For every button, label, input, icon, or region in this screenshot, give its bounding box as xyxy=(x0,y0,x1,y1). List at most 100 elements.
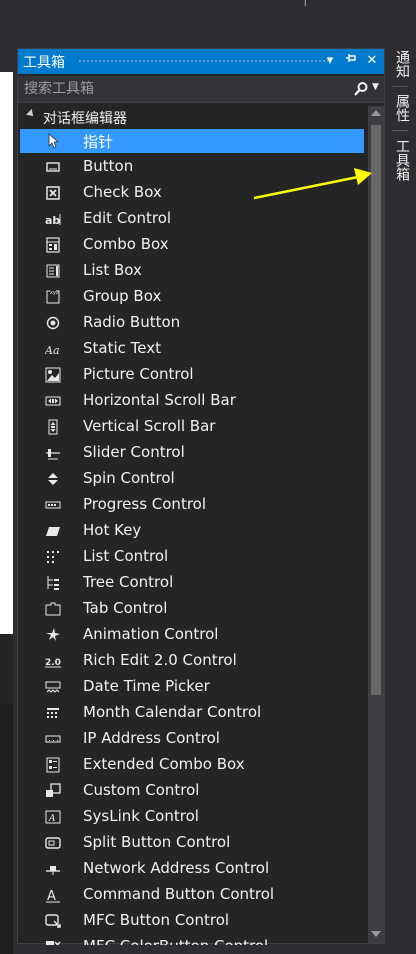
toolbox-item[interactable]: Tree Control xyxy=(20,571,364,595)
search-input[interactable] xyxy=(24,79,334,99)
titlebar-grip xyxy=(78,59,328,64)
toolbox-item[interactable]: List Control xyxy=(20,545,364,569)
hot-key-icon xyxy=(45,523,61,539)
toolbox-item-label: Date Time Picker xyxy=(83,677,210,695)
hscroll-icon xyxy=(45,393,61,409)
svg-text:xyz: xyz xyxy=(50,290,59,296)
group-header-dialog-editor[interactable]: 对话框编辑器 xyxy=(18,106,368,128)
group-label: 对话框编辑器 xyxy=(43,111,127,127)
custom-control-icon xyxy=(45,783,61,799)
search-icon[interactable] xyxy=(353,81,369,97)
toolbox-item[interactable]: MFC ColorButton Control xyxy=(20,935,364,945)
toolbox-item[interactable]: Combo Box xyxy=(20,233,364,257)
tab-control-icon xyxy=(45,601,61,617)
toolbox-item-label: Edit Control xyxy=(83,209,172,227)
network-address-icon xyxy=(45,861,61,877)
pointer-icon xyxy=(45,133,61,149)
mfc-color-button-icon xyxy=(45,939,61,945)
scroll-down-arrow-icon[interactable] xyxy=(371,931,381,937)
ip-address-icon xyxy=(45,731,61,747)
toolbox-item[interactable]: 2.0 Rich Edit 2.0 Control xyxy=(20,649,364,673)
toolbox-item[interactable]: Date Time Picker xyxy=(20,675,364,699)
toolbox-item[interactable]: Extended Combo Box xyxy=(20,753,364,777)
toolbox-item-list: 指针 Button Check Box ab Edit Control Combo Box… xyxy=(18,129,368,945)
spin-icon xyxy=(45,471,61,487)
scrollbar-thumb[interactable] xyxy=(371,125,381,695)
editor-canvas xyxy=(0,72,13,634)
pin-icon[interactable] xyxy=(342,52,360,70)
list-box-icon xyxy=(45,263,61,279)
syslink-icon: A xyxy=(45,809,61,825)
toolbox-item[interactable]: Vertical Scroll Bar xyxy=(20,415,364,439)
toolbox-item[interactable]: Spin Control xyxy=(20,467,364,491)
toolbox-item[interactable]: Aa Static Text xyxy=(20,337,364,361)
close-icon[interactable]: ✕ xyxy=(363,52,381,70)
toolbox-item[interactable]: 指针 xyxy=(20,129,364,153)
vscroll-icon xyxy=(45,419,61,435)
output-pane xyxy=(0,704,13,954)
button-icon xyxy=(45,159,61,175)
toolbox-item[interactable]: IP Address Control xyxy=(20,727,364,751)
toolbox-item[interactable]: Slider Control xyxy=(20,441,364,465)
toolbox-item[interactable]: ab Edit Control xyxy=(20,207,364,231)
top-overflow-glyph: ⊥ xyxy=(300,0,324,6)
toolbox-item[interactable]: List Box xyxy=(20,259,364,283)
toolbox-item[interactable]: Custom Control xyxy=(20,779,364,803)
ext-combo-icon xyxy=(45,757,61,773)
toolbox-item-label: MFC Button Control xyxy=(83,911,230,929)
side-tab-properties[interactable]: 属性 xyxy=(388,90,412,126)
toolbox-item-label: Picture Control xyxy=(83,365,194,383)
window-position-dropdown-icon[interactable]: ▾ xyxy=(321,52,339,70)
toolbox-item[interactable]: Network Address Control xyxy=(20,857,364,881)
toolbox-item-label: MFC ColorButton Control xyxy=(83,937,268,945)
toolbox-item-label: Tab Control xyxy=(83,599,168,617)
calendar-icon xyxy=(45,705,61,721)
radio-button-icon xyxy=(45,315,61,331)
toolbox-item-label: Command Button Control xyxy=(83,885,275,903)
toolbox-item-label: Network Address Control xyxy=(83,859,270,877)
combo-box-icon xyxy=(45,237,61,253)
toolbox-item[interactable]: Horizontal Scroll Bar xyxy=(20,389,364,413)
toolbox-item-label: Custom Control xyxy=(83,781,200,799)
toolbox-item-label: List Control xyxy=(83,547,169,565)
editor-lower-pane xyxy=(0,634,13,704)
edit-control-icon: ab xyxy=(45,211,61,227)
search-options-dropdown-icon[interactable]: ▼ xyxy=(372,82,379,92)
rich-edit-icon: 2.0 xyxy=(45,653,61,669)
toolbox-item-label: Radio Button xyxy=(83,313,181,331)
toolbox-item-label: Check Box xyxy=(83,183,162,201)
static-text-icon: Aa xyxy=(45,341,61,357)
toolbox-item[interactable]: Progress Control xyxy=(20,493,364,517)
tree-control-icon xyxy=(45,575,61,591)
toolbox-item[interactable]: A Command Button Control xyxy=(20,883,364,907)
svg-text:Aa: Aa xyxy=(45,344,60,357)
toolbox-item[interactable]: Radio Button xyxy=(20,311,364,335)
toolbox-item[interactable]: Tab Control xyxy=(20,597,364,621)
side-tab-separator xyxy=(392,86,408,87)
search-bar: ▼ xyxy=(18,76,384,103)
side-tab-toolbox[interactable]: 工具箱 xyxy=(388,134,412,186)
checkbox-icon xyxy=(45,185,61,201)
toolbox-item[interactable]: xyz Group Box xyxy=(20,285,364,309)
toolbox-item[interactable]: MFC Button Control xyxy=(20,909,364,933)
toolbox-title: 工具箱 xyxy=(23,55,65,71)
toolbox-item-label: Button xyxy=(83,157,134,175)
vertical-scrollbar[interactable] xyxy=(368,106,384,943)
toolbox-titlebar[interactable]: 工具箱 ▾ ✕ xyxy=(18,49,384,74)
toolbox-item[interactable]: Hot Key xyxy=(20,519,364,543)
mfc-button-icon xyxy=(45,913,61,929)
toolbox-item[interactable]: Animation Control xyxy=(20,623,364,647)
toolbox-item[interactable]: Picture Control xyxy=(20,363,364,387)
side-tab-notifications[interactable]: 通知 xyxy=(388,46,412,82)
toolbox-item-label: Static Text xyxy=(83,339,161,357)
svg-text:A: A xyxy=(48,814,56,824)
collapse-arrow-icon[interactable] xyxy=(26,109,36,119)
toolbox-item-label: Animation Control xyxy=(83,625,219,643)
toolbox-item-label: IP Address Control xyxy=(83,729,220,747)
toolbox-item-label: Spin Control xyxy=(83,469,175,487)
toolbox-item-label: SysLink Control xyxy=(83,807,199,825)
scroll-up-arrow-icon[interactable] xyxy=(371,110,381,116)
toolbox-item[interactable]: A SysLink Control xyxy=(20,805,364,829)
toolbox-item[interactable]: Split Button Control xyxy=(20,831,364,855)
toolbox-item[interactable]: Month Calendar Control xyxy=(20,701,364,725)
